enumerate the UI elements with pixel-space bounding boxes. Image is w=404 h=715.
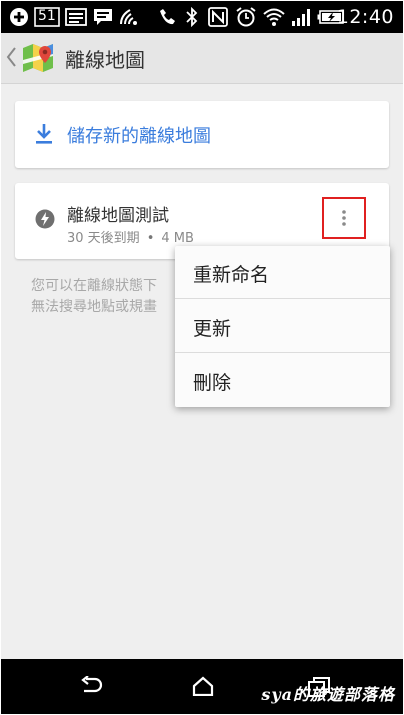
notification-count: 51: [38, 8, 56, 24]
phone-screen: 51 12:40 離線地圖 儲存新的離線地圖 離線地圖測試 30 天後到期 • …: [1, 1, 403, 714]
app-bar: 離線地圖: [1, 33, 403, 84]
menu-item-delete[interactable]: 刪除: [175, 354, 390, 407]
message-count-icon: 51: [34, 7, 60, 27]
menu-item-label: 更新: [193, 318, 232, 340]
add-icon: [9, 7, 29, 27]
signal-icon: [291, 7, 313, 27]
more-options-button[interactable]: [322, 197, 366, 239]
more-vert-icon: [342, 210, 346, 230]
save-new-offline-map-button[interactable]: 儲存新的離線地圖: [15, 101, 389, 168]
offline-map-meta: 30 天後到期 • 4 MB: [67, 227, 194, 246]
nfc-icon: [208, 7, 228, 27]
offline-info-text: 您可以在離線狀態下 無法搜尋地點或規畫: [31, 276, 181, 318]
save-new-offline-map-label: 儲存新的離線地圖: [67, 126, 211, 147]
meta-separator: •: [146, 231, 155, 246]
info-line-1: 您可以在離線狀態下: [31, 278, 157, 294]
menu-item-update[interactable]: 更新: [175, 300, 390, 353]
google-maps-icon[interactable]: [21, 42, 55, 78]
watermark: sya的旅遊部落格: [261, 685, 395, 704]
bolt-icon: [35, 209, 55, 233]
home-icon[interactable]: [192, 676, 214, 700]
overflow-menu: 重新命名 更新 刪除: [175, 246, 390, 407]
wifi-calling-icon: [118, 7, 140, 27]
bluetooth-icon: [185, 7, 199, 27]
menu-item-label: 刪除: [193, 372, 232, 394]
back-chevron-icon[interactable]: [5, 46, 17, 72]
image-icon: [65, 7, 87, 27]
chat-icon: [93, 7, 113, 27]
map-size: 4 MB: [161, 231, 194, 246]
download-icon: [35, 123, 53, 149]
info-line-2: 無法搜尋地點或規畫: [31, 299, 157, 315]
menu-item-rename[interactable]: 重新命名: [175, 246, 390, 299]
navigation-bar: sya的旅遊部落格: [1, 659, 403, 714]
wifi-icon: [262, 7, 286, 27]
page-title: 離線地圖: [65, 48, 145, 72]
expiry-text: 30 天後到期: [67, 231, 140, 246]
do-not-disturb-icon: [157, 7, 177, 27]
alarm-icon: [235, 7, 257, 27]
status-clock: 12:40: [336, 6, 394, 28]
menu-item-label: 重新命名: [193, 264, 270, 286]
offline-map-name: 離線地圖測試: [67, 206, 169, 226]
status-bar: 51 12:40: [1, 1, 403, 33]
back-icon[interactable]: [80, 675, 104, 700]
